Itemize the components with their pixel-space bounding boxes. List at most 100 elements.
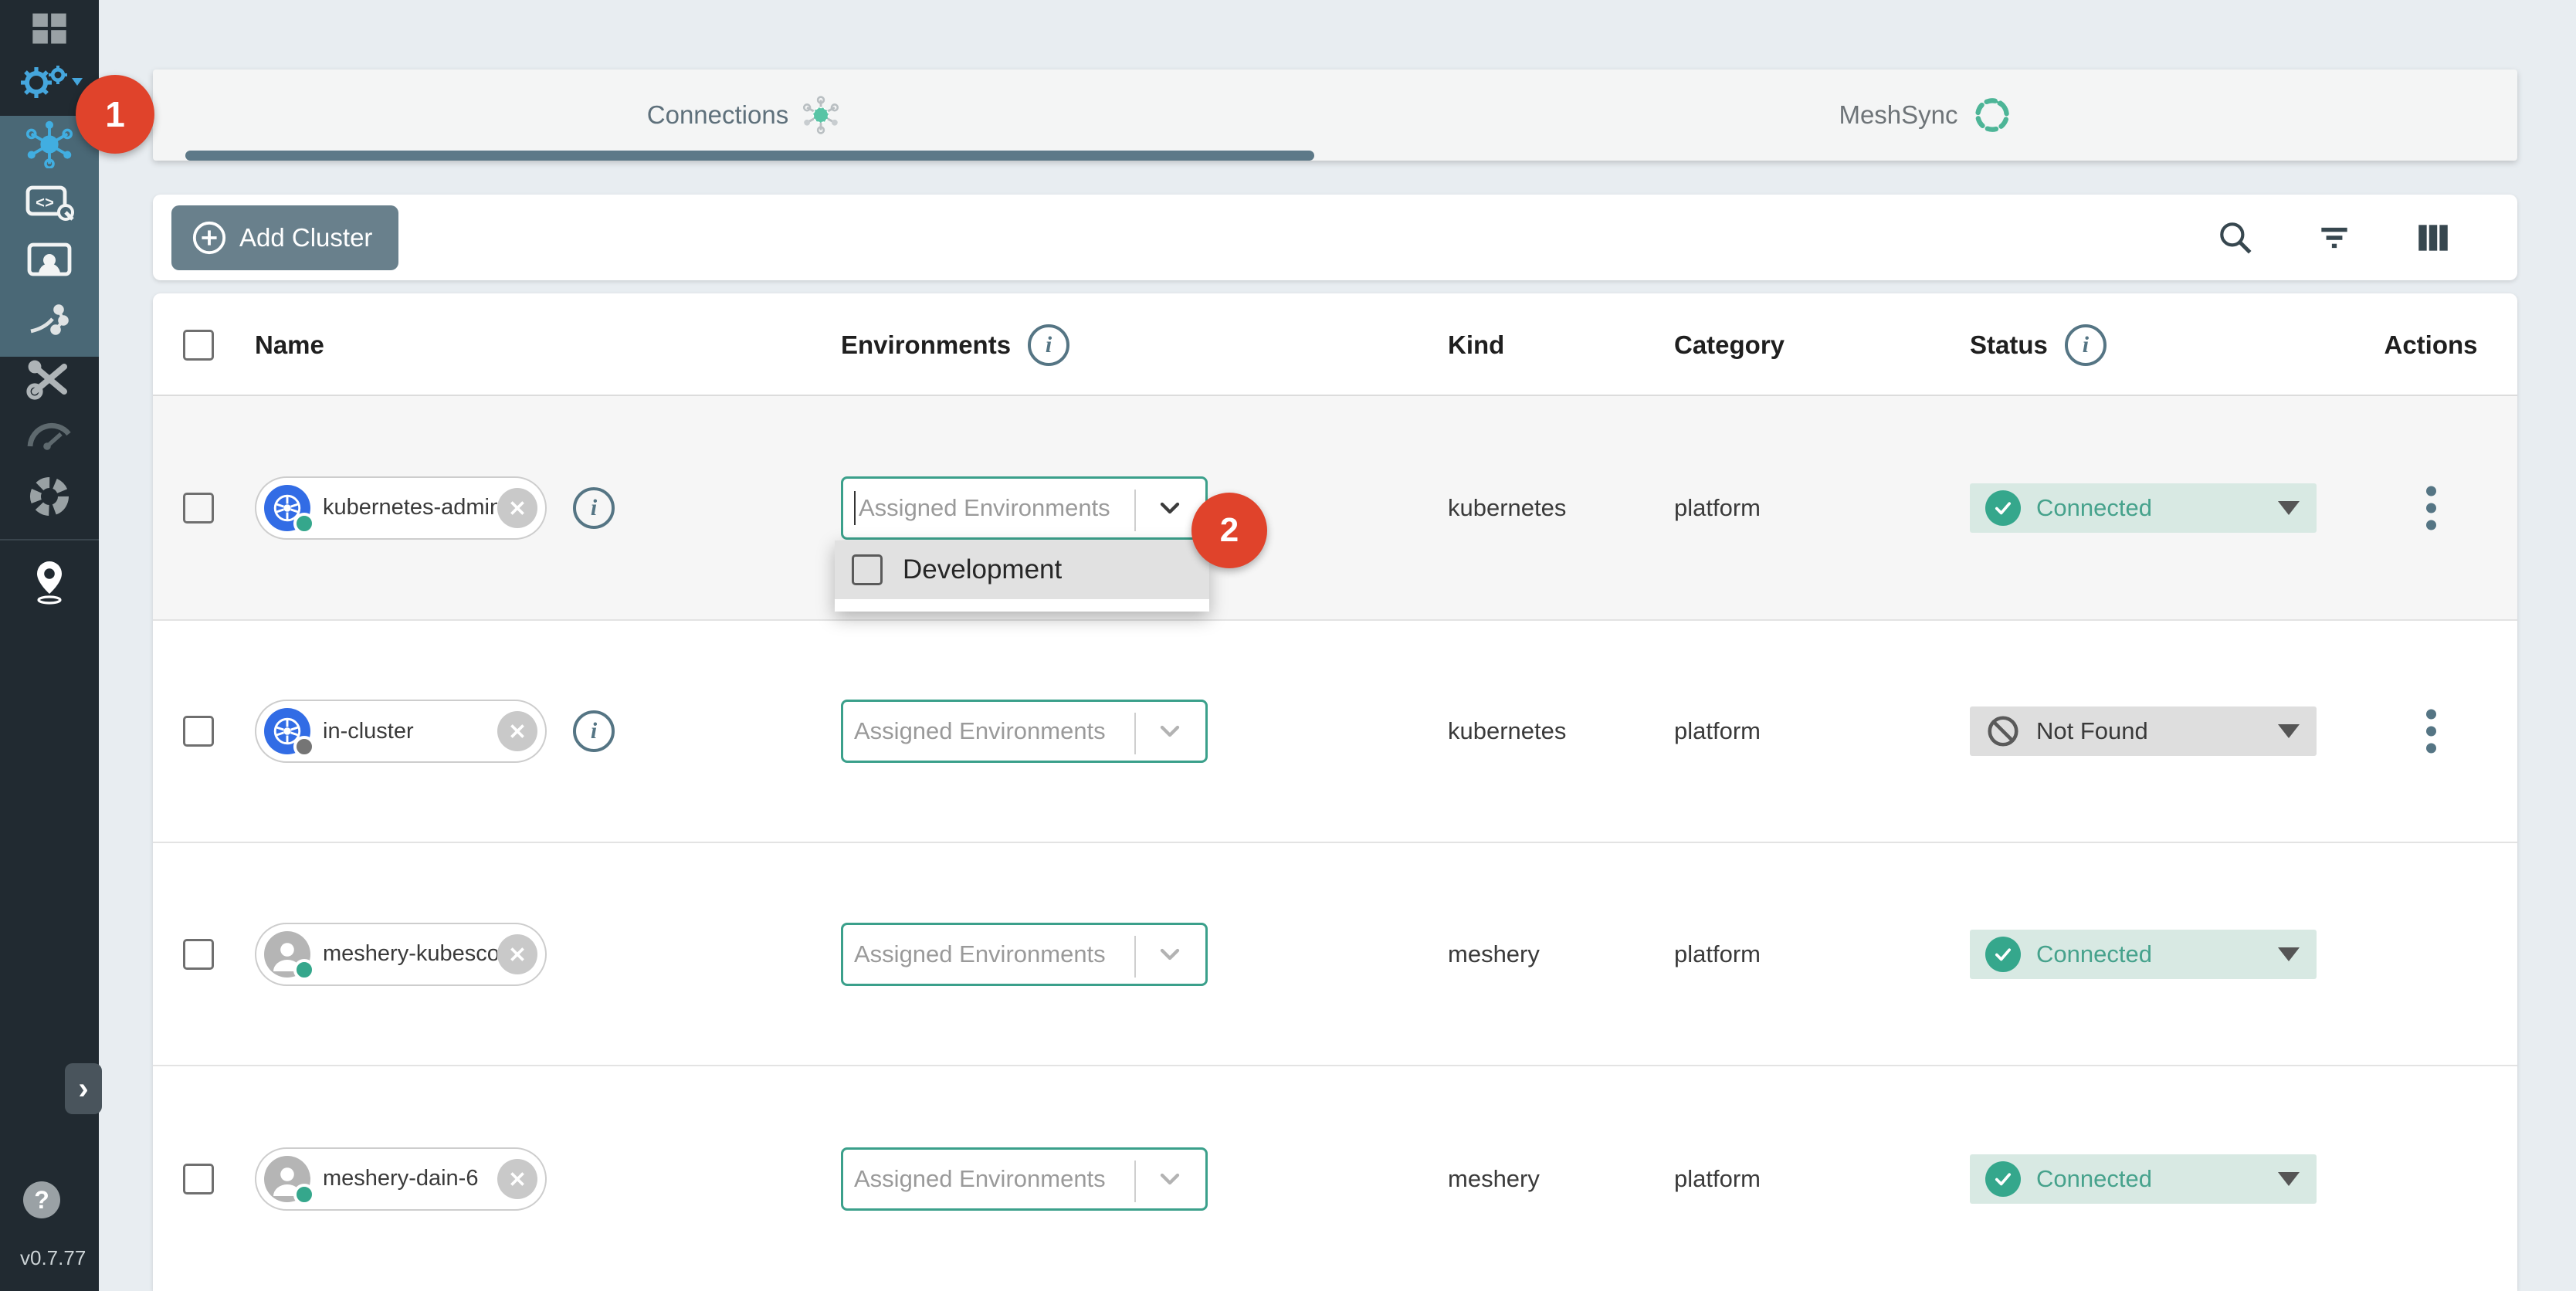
- lifecycle-gears-icon: [16, 61, 83, 104]
- chevron-down-icon[interactable]: [1154, 493, 1185, 524]
- sidebar-item-workloads[interactable]: [0, 293, 99, 347]
- kind-value: kubernetes: [1448, 717, 1566, 745]
- columns-view-icon[interactable]: [2414, 219, 2452, 257]
- svg-text:<>: <>: [36, 195, 54, 213]
- status-label: Connected: [2036, 940, 2152, 968]
- connection-info-icon[interactable]: i: [573, 710, 615, 752]
- kind-value: meshery: [1448, 940, 1540, 968]
- table-toolbar: Add Cluster: [153, 195, 2517, 280]
- chevron-down-icon[interactable]: [1154, 1164, 1185, 1194]
- env-select-placeholder: Assigned Environments: [854, 1165, 1106, 1193]
- row-checkbox[interactable]: [183, 939, 214, 970]
- status-chip-connected[interactable]: Connected: [1970, 483, 2317, 533]
- add-cluster-button[interactable]: Add Cluster: [171, 205, 398, 270]
- chevron-down-icon[interactable]: [1154, 939, 1185, 970]
- sidebar: <>: [0, 0, 99, 1291]
- version-label: v0.7.77: [20, 1246, 86, 1270]
- column-header-environments: Environments: [841, 330, 1011, 360]
- sidebar-expand-button[interactable]: ›: [65, 1063, 102, 1114]
- check-icon: [1985, 490, 2021, 526]
- connection-name-chip[interactable]: meshery-dain-6: [255, 1147, 547, 1211]
- map-pin-icon: [29, 558, 69, 605]
- status-label: Not Found: [2036, 717, 2148, 745]
- close-icon[interactable]: [497, 488, 537, 528]
- connections-mesh-icon: [25, 120, 73, 168]
- check-icon: [1985, 1161, 2021, 1197]
- question-mark-icon: ?: [34, 1186, 49, 1215]
- table-row: meshery-kubescop... Assigned Environment…: [153, 843, 2517, 1066]
- sidebar-item-catalog-pin[interactable]: [0, 554, 99, 608]
- configuration-tools-icon: [25, 357, 73, 401]
- search-icon[interactable]: [2216, 219, 2255, 257]
- annotation-badge-2: 2: [1191, 493, 1267, 568]
- tab-meshsync[interactable]: MeshSync: [1335, 69, 2517, 161]
- plus-circle-icon: [192, 220, 227, 256]
- connection-name-label: in-cluster: [323, 719, 497, 744]
- env-select-placeholder: Assigned Environments: [859, 494, 1110, 522]
- assigned-environments-select[interactable]: Assigned Environments: [841, 1147, 1208, 1211]
- connection-info-icon[interactable]: i: [573, 487, 615, 529]
- sidebar-item-profiles[interactable]: [0, 235, 99, 289]
- status-chip-not-found[interactable]: Not Found: [1970, 706, 2317, 756]
- table-row: meshery-dain-6 Assigned Environments mes…: [153, 1066, 2517, 1291]
- select-divider: [1134, 1161, 1136, 1202]
- text-cursor: [854, 491, 856, 525]
- connection-name-label: meshery-dain-6: [323, 1166, 497, 1191]
- tab-bar: Connections MeshSync: [153, 69, 2517, 161]
- row-actions-menu-button[interactable]: [2338, 486, 2523, 530]
- chevron-down-icon[interactable]: [1154, 716, 1185, 747]
- row-checkbox[interactable]: [183, 1164, 214, 1194]
- profiles-screen-icon: [26, 242, 73, 282]
- caret-down-icon: [2278, 947, 2300, 961]
- sidebar-item-performance[interactable]: [0, 408, 99, 462]
- environment-option-checkbox[interactable]: [852, 554, 883, 585]
- status-chip-connected[interactable]: Connected: [1970, 1154, 2317, 1204]
- assigned-environments-select[interactable]: Assigned Environments: [841, 476, 1208, 540]
- filter-icon[interactable]: [2315, 219, 2354, 257]
- table-header-row: Name Environments i Kind Category Status…: [153, 293, 2517, 396]
- sidebar-item-adapters[interactable]: <>: [0, 176, 99, 230]
- column-header-actions: Actions: [2384, 330, 2477, 360]
- tab-connections[interactable]: Connections: [153, 69, 1335, 161]
- workloads-flow-icon: [26, 300, 73, 341]
- status-label: Connected: [2036, 1165, 2152, 1193]
- status-info-icon[interactable]: i: [2065, 324, 2107, 366]
- sidebar-item-extensions[interactable]: [0, 469, 99, 524]
- row-checkbox[interactable]: [183, 493, 214, 524]
- category-value: platform: [1674, 717, 1761, 745]
- tab-meshsync-label: MeshSync: [1839, 100, 1957, 130]
- close-icon[interactable]: [497, 711, 537, 751]
- connections-table: Name Environments i Kind Category Status…: [153, 293, 2517, 1291]
- row-checkbox[interactable]: [183, 716, 214, 747]
- environments-info-icon[interactable]: i: [1028, 324, 1069, 366]
- column-header-status: Status: [1970, 330, 2048, 360]
- assigned-environments-select[interactable]: Assigned Environments: [841, 700, 1208, 763]
- environments-dropdown-menu: Development: [835, 540, 1209, 612]
- sidebar-item-configuration[interactable]: [0, 352, 99, 406]
- assigned-environments-select[interactable]: Assigned Environments: [841, 923, 1208, 986]
- env-select-placeholder: Assigned Environments: [854, 717, 1106, 745]
- connection-status-dot: [293, 959, 315, 981]
- connection-name-label: meshery-kubescop...: [323, 941, 497, 967]
- row-actions-menu-button[interactable]: [2338, 710, 2523, 754]
- connection-name-chip[interactable]: kubernetes-admin...: [255, 476, 547, 540]
- column-header-kind: Kind: [1448, 330, 1504, 360]
- caret-down-icon: [2278, 1172, 2300, 1186]
- meshery-catalog-icon: [26, 473, 73, 520]
- select-all-checkbox[interactable]: [183, 330, 214, 361]
- select-divider: [1134, 936, 1136, 978]
- environment-option-development[interactable]: Development: [835, 540, 1209, 599]
- add-cluster-label: Add Cluster: [239, 223, 372, 252]
- close-icon[interactable]: [497, 1159, 537, 1199]
- status-chip-connected[interactable]: Connected: [1970, 930, 2317, 979]
- table-row: kubernetes-admin... i Assigned Environme…: [153, 396, 2517, 621]
- close-icon[interactable]: [497, 934, 537, 974]
- connection-name-chip[interactable]: meshery-kubescop...: [255, 923, 547, 986]
- connection-name-chip[interactable]: in-cluster: [255, 700, 547, 763]
- help-button[interactable]: ?: [23, 1181, 60, 1218]
- check-icon: [1985, 937, 2021, 972]
- connection-status-dot: [293, 513, 315, 534]
- sidebar-item-dashboard[interactable]: [0, 2, 99, 56]
- performance-gauge-icon: [25, 415, 73, 454]
- annotation-badge-1: 1: [76, 75, 154, 154]
